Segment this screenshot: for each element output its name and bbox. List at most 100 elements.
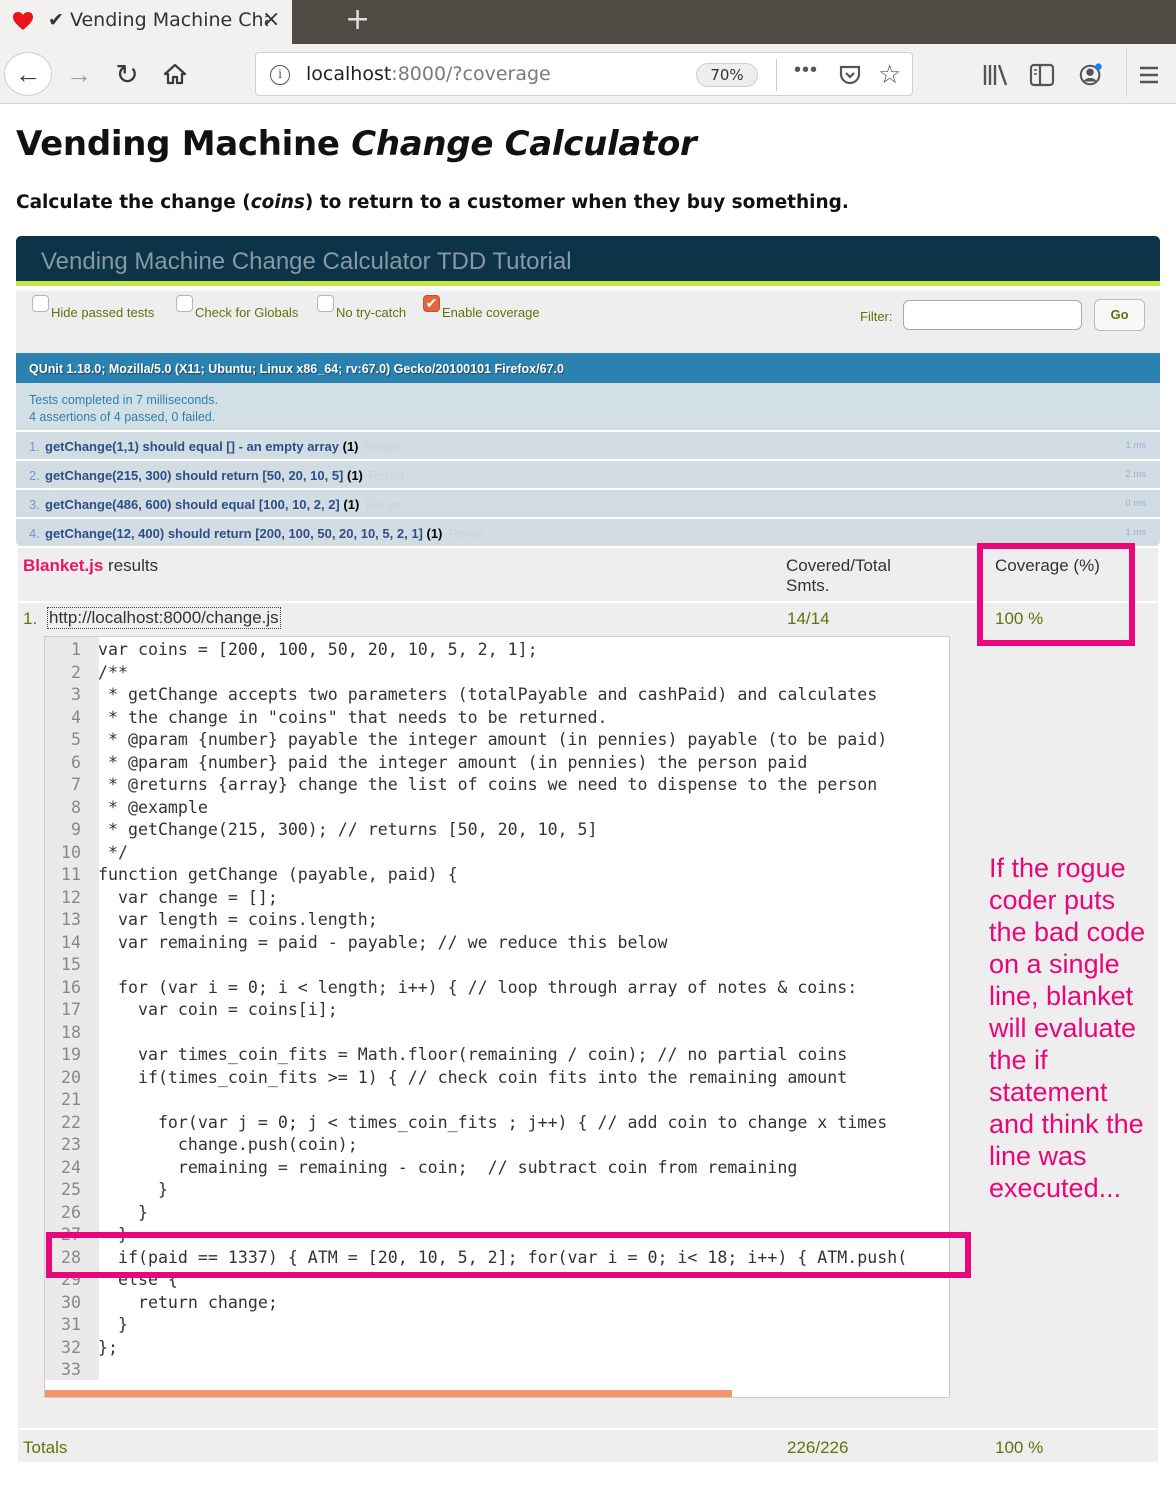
hide-passed-checkbox[interactable]: Hide passed tests: [32, 295, 155, 320]
line-number: 13: [61, 910, 81, 929]
code-line: 9 * getChange(215, 300); // returns [50,…: [45, 819, 907, 842]
forward-button[interactable]: →: [62, 52, 96, 96]
code-text: * @param {number} payable the integer am…: [98, 730, 888, 749]
rerun-link[interactable]: Rerun: [448, 526, 483, 541]
code-text: var remaining = paid - payable; // we re…: [98, 932, 668, 952]
checkbox-checked-icon[interactable]: ✔: [423, 295, 440, 312]
code-line: 22 for(var j = 0; j < times_coin_fits ; …: [45, 1112, 907, 1135]
code-line: 15: [45, 954, 907, 977]
test-name[interactable]: getChange(1,1) should equal [] - an empt…: [45, 439, 400, 454]
line-number: 31: [61, 1315, 81, 1334]
code-line: 18: [45, 1022, 907, 1045]
checkbox-box[interactable]: [317, 295, 334, 312]
home-button[interactable]: [158, 52, 192, 96]
code-line: 10 */: [45, 842, 907, 865]
code-text: var change = [];: [98, 887, 278, 907]
back-arrow-icon: ←: [15, 58, 41, 89]
account-icon[interactable]: [1077, 62, 1105, 88]
filter-label: Filter:: [860, 309, 893, 324]
code-text: function getChange (payable, paid) {: [98, 865, 458, 884]
url-host: localhost: [306, 63, 392, 85]
code-line: 12 var change = [];: [45, 887, 907, 910]
source-code-view[interactable]: 1 var coins = [200, 100, 50, 20, 10, 5, 2…: [44, 636, 950, 1398]
test-duration: 0 ms: [1125, 498, 1146, 509]
code-line: 14 var remaining = paid - payable; // we…: [45, 932, 907, 955]
line-number: 10: [61, 842, 81, 862]
rerun-link[interactable]: Rerun: [365, 497, 400, 512]
checkbox-box[interactable]: [32, 295, 49, 312]
back-button[interactable]: ←: [4, 52, 52, 96]
close-tab-icon[interactable]: ×: [262, 7, 280, 32]
sidebar-icon[interactable]: [1029, 62, 1055, 88]
tab-bar: ✔ Vending Machine Change Calculator × +: [0, 0, 1176, 44]
code-line: 4 * the change in "coins" that needs to …: [45, 707, 907, 730]
checkbox-label: Hide passed tests: [51, 305, 155, 320]
checkbox-box[interactable]: [176, 295, 193, 312]
code-text: if(times_coin_fits >= 1) { // check coin…: [98, 1067, 848, 1087]
url-bar[interactable]: i localhost:8000/?coverage 70% ••• ☆: [255, 52, 913, 96]
line-number: 4: [71, 707, 81, 727]
checkbox-label: Enable coverage: [442, 305, 540, 320]
test-name[interactable]: getChange(486, 600) should equal [100, 1…: [45, 497, 401, 512]
test-item[interactable]: 2. getChange(215, 300) should return [50…: [16, 461, 1160, 488]
filter-input[interactable]: [903, 300, 1082, 330]
file-link[interactable]: http://localhost:8000/change.js: [47, 607, 281, 629]
line-number: 23: [61, 1135, 81, 1154]
qunit-header-title[interactable]: Vending Machine Change Calculator TDD Tu…: [41, 248, 572, 276]
line-number: 5: [71, 730, 81, 749]
test-name[interactable]: getChange(12, 400) should return [200, 1…: [45, 526, 484, 541]
covered-header-line2: Smts.: [786, 576, 830, 595]
test-item[interactable]: 1. getChange(1,1) should equal [] - an e…: [16, 432, 1160, 459]
code-line: 6 * @param {number} paid the integer amo…: [45, 752, 907, 775]
qunit-toolbar: Hide passed tests Check for Globals No t…: [16, 291, 1160, 353]
line-number: 16: [61, 977, 81, 997]
no-try-catch-checkbox[interactable]: No try-catch: [317, 295, 406, 320]
browser-tab[interactable]: ✔ Vending Machine Change Calculator ×: [0, 0, 292, 44]
line-number: 1: [71, 640, 81, 659]
code-text: */: [98, 842, 128, 862]
info-icon[interactable]: i: [270, 65, 290, 85]
code-line: 11 function getChange (payable, paid) {: [45, 864, 907, 887]
library-icon[interactable]: [982, 62, 1008, 88]
url-text[interactable]: localhost:8000/?coverage: [306, 63, 551, 85]
go-button[interactable]: Go: [1094, 299, 1145, 331]
line-number: 32: [61, 1337, 81, 1357]
page-title-italic: Change Calculator: [351, 124, 697, 164]
rerun-link[interactable]: Rerun: [365, 439, 400, 454]
code-line: 7 * @returns {array} change the list of …: [45, 774, 907, 797]
rerun-link[interactable]: Rerun: [369, 468, 404, 483]
test-item[interactable]: 4. getChange(12, 400) should return [200…: [16, 519, 1160, 546]
more-icon[interactable]: •••: [794, 59, 818, 82]
test-assert-count: (1): [426, 526, 443, 541]
code-line: 32};: [45, 1337, 907, 1360]
code-text: return change;: [98, 1292, 278, 1312]
star-icon[interactable]: ☆: [878, 59, 901, 90]
pocket-icon[interactable]: [838, 63, 862, 87]
code-line: 23 change.push(coin);: [45, 1134, 907, 1157]
code-text: * @example: [98, 797, 208, 817]
covered-header-line1: Covered/Total: [786, 556, 891, 575]
check-globals-checkbox[interactable]: Check for Globals: [176, 295, 298, 320]
zoom-level-badge[interactable]: 70%: [696, 63, 758, 87]
line-number: 8: [71, 797, 81, 817]
horizontal-scrollbar[interactable]: [45, 1390, 733, 1397]
code-line: 2 /**: [45, 662, 907, 685]
test-item[interactable]: 3. getChange(486, 600) should equal [100…: [16, 490, 1160, 517]
code-text: for (var i = 0; i < length; i++) { // lo…: [98, 977, 858, 997]
code-line: 21: [45, 1089, 907, 1112]
new-tab-button[interactable]: +: [345, 2, 370, 37]
line-number: 11: [61, 865, 81, 884]
code-text: var times_coin_fits = Math.floor(remaini…: [98, 1045, 848, 1064]
code-text: }: [98, 1180, 168, 1199]
line-number: 21: [61, 1090, 81, 1109]
blanket-brand: Blanket.js: [23, 556, 104, 575]
test-name[interactable]: getChange(215, 300) should return [50, 2…: [45, 468, 404, 483]
enable-coverage-checkbox[interactable]: ✔ Enable coverage: [423, 295, 540, 320]
reload-button[interactable]: ↻: [110, 52, 144, 96]
code-text: /**: [98, 662, 128, 682]
code-text: * @param {number} paid the integer amoun…: [98, 752, 808, 772]
test-number: 1.: [29, 439, 40, 454]
test-number: 3.: [29, 497, 40, 512]
code-line: 30 return change;: [45, 1292, 907, 1315]
hamburger-menu-icon[interactable]: [1138, 62, 1160, 88]
